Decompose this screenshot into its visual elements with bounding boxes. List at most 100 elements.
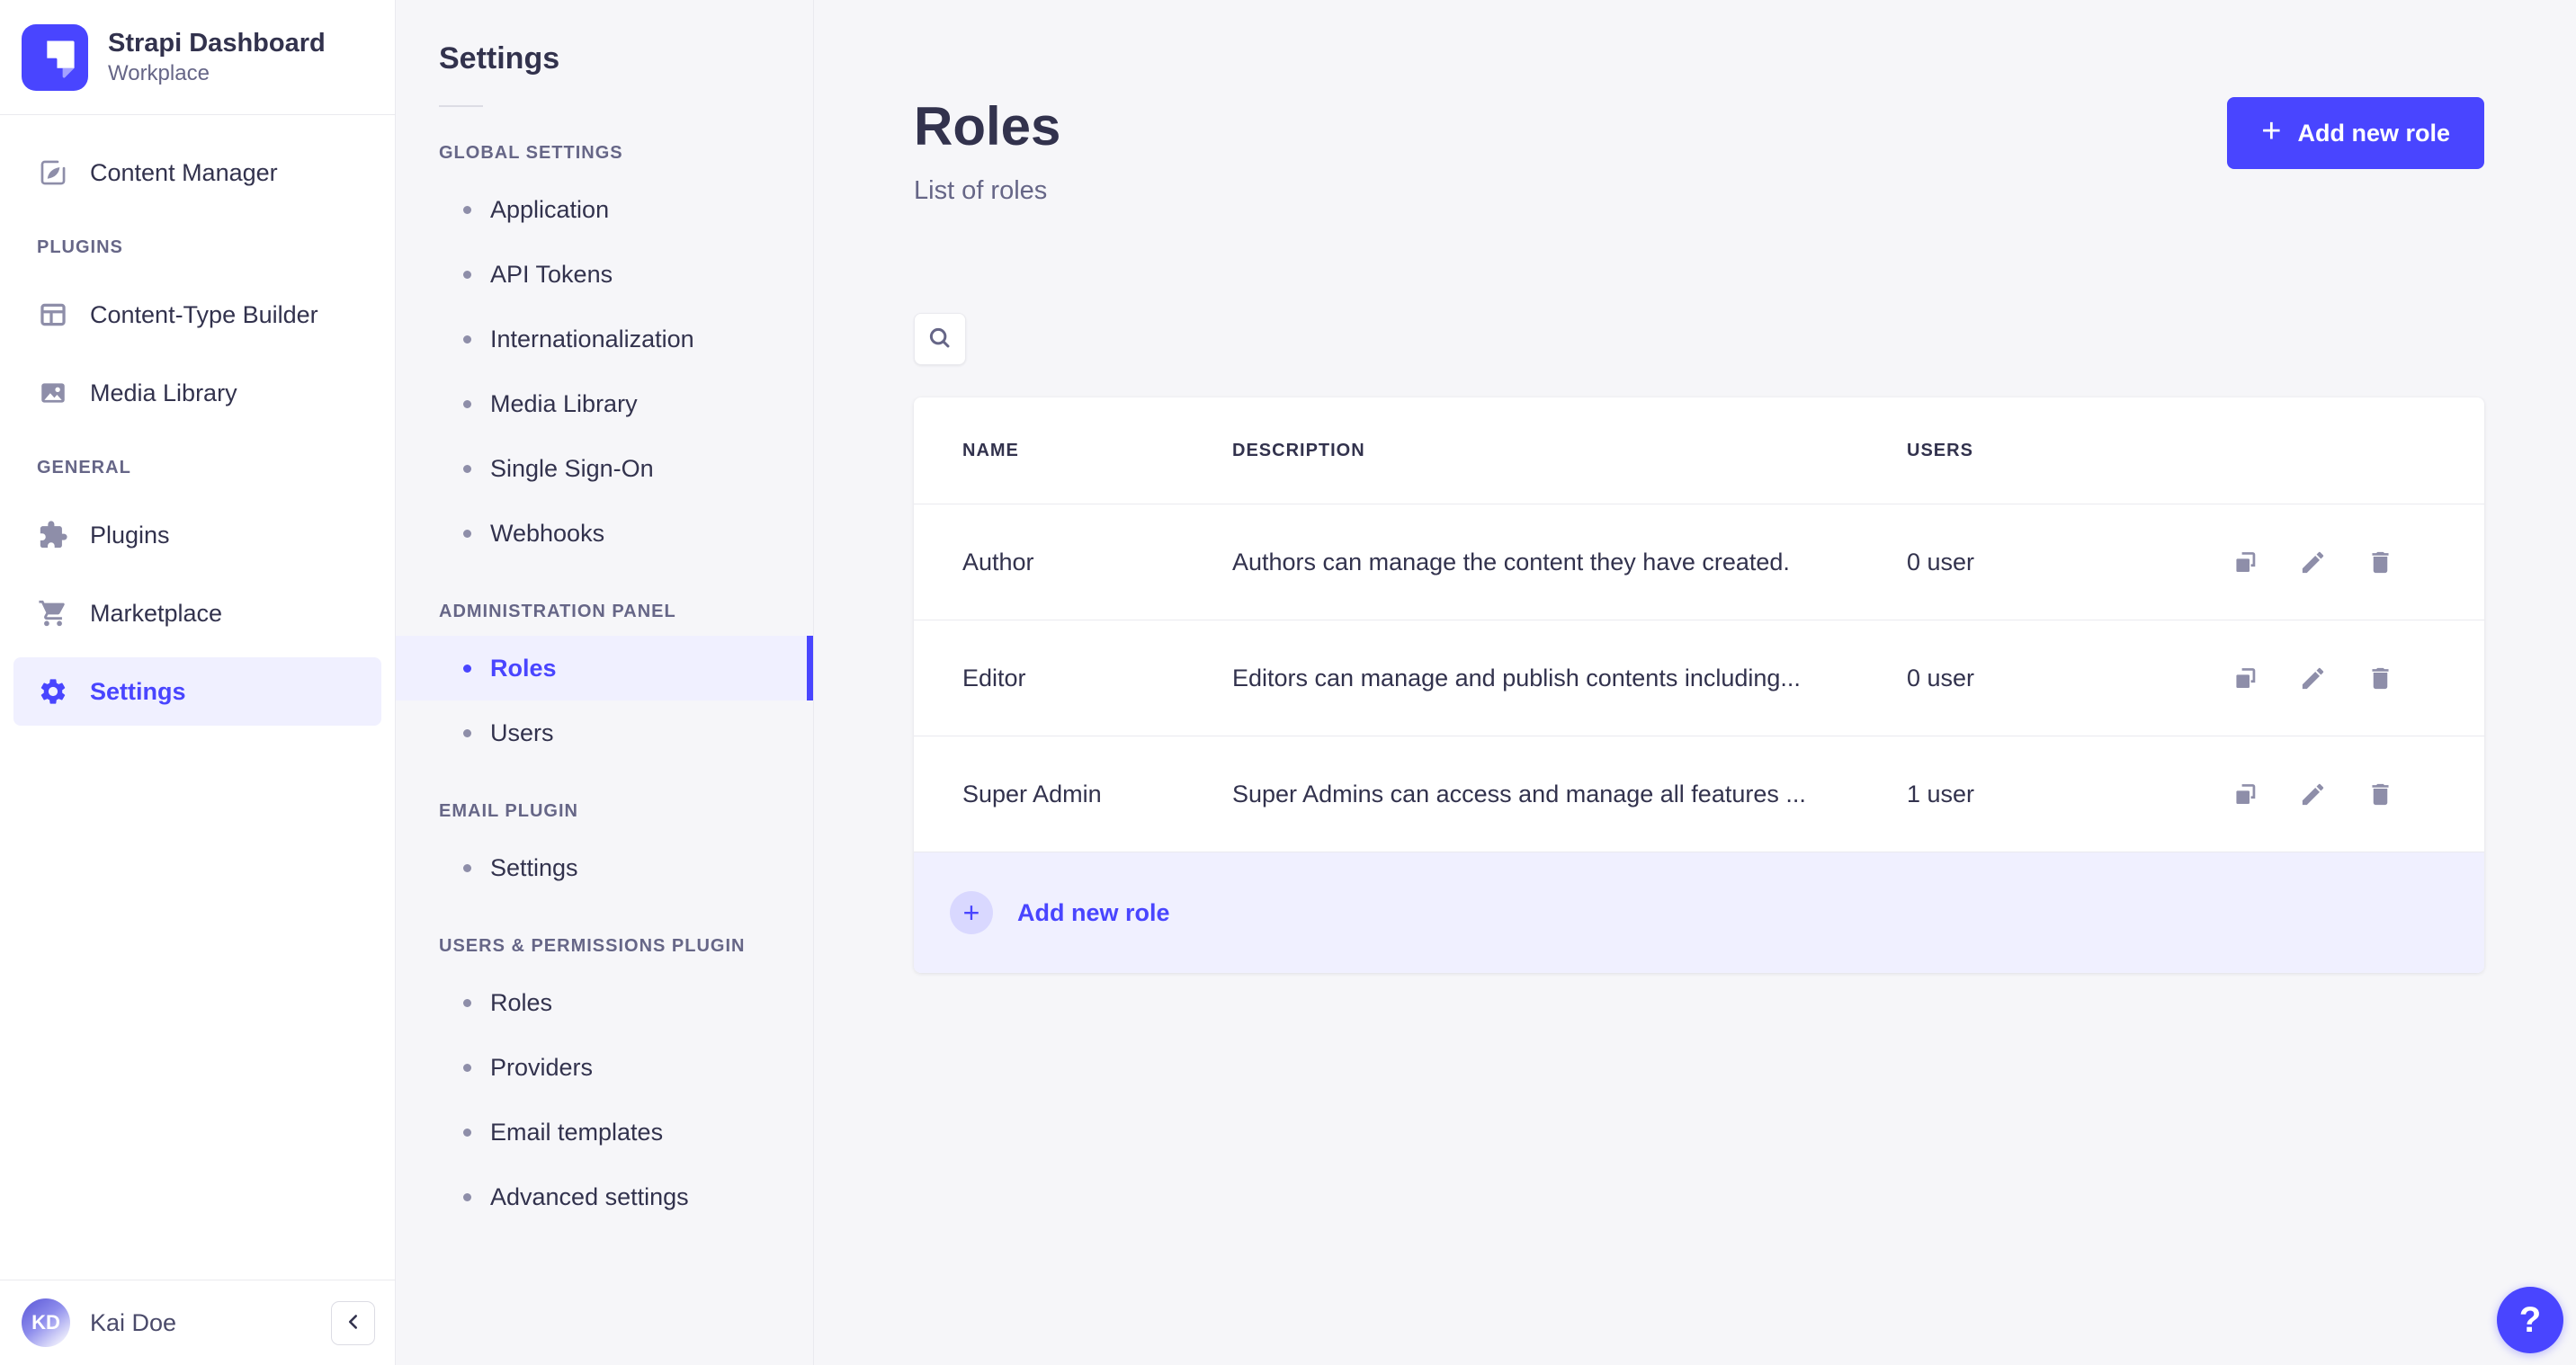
nav-item-label: Plugins [90,521,170,549]
nav-item-media-library[interactable]: Media Library [13,359,381,427]
settings-item-users[interactable]: Users [396,700,813,765]
cell-users: 0 user [1907,548,1975,575]
settings-item-label: Email templates [490,1118,664,1146]
duplicate-role-button[interactable] [2232,549,2259,576]
bullet-icon [463,998,471,1007]
settings-item-roles-admin[interactable]: Roles [396,636,813,700]
puzzle-icon [38,520,68,550]
nav-item-label: Marketplace [90,599,223,627]
add-new-role-button-label: Add new role [2297,119,2450,147]
settings-item-application[interactable]: Application [396,177,813,242]
delete-role-button[interactable] [2366,665,2394,692]
settings-item-label: Media Library [490,389,638,417]
column-header-users: USERS [1907,440,1973,460]
table-row-editor[interactable]: Editor Editors can manage and publish co… [914,620,2484,736]
settings-item-label: Settings [490,853,578,881]
copy-icon [2236,551,2256,572]
cell-users: 0 user [1907,664,1975,691]
brand-text: Strapi Dashboard Workplace [108,27,326,87]
table-row-super-admin[interactable]: Super Admin Super Admins can access and … [914,736,2484,852]
settings-item-api-tokens[interactable]: API Tokens [396,242,813,307]
settings-item-email-templates[interactable]: Email templates [396,1100,813,1164]
row-actions [2231,781,2484,808]
bullet-icon [463,270,471,279]
pencil-icon [2302,783,2324,805]
nav-item-plugins[interactable]: Plugins [13,501,381,569]
plus-icon: + [2261,112,2282,150]
picture-icon [38,378,68,408]
nav-item-settings[interactable]: Settings [13,657,381,726]
divider [439,105,483,107]
search-icon [926,325,953,354]
brand-subtitle: Workplace [108,61,210,86]
duplicate-role-button[interactable] [2232,665,2259,692]
workspace-switcher[interactable]: Strapi Dashboard Workplace [0,0,395,115]
delete-role-button[interactable] [2366,781,2394,808]
settings-item-media-library[interactable]: Media Library [396,371,813,436]
duplicate-role-button[interactable] [2232,781,2259,808]
copy-icon [2236,783,2256,804]
edit-role-button[interactable] [2299,781,2327,808]
nav-section-general-label: GENERAL [37,458,131,477]
cell-name: Super Admin [962,780,1102,807]
help-button[interactable]: ? [2497,1287,2563,1353]
settings-item-label: Application [490,195,610,223]
settings-item-providers[interactable]: Providers [396,1035,813,1100]
settings-item-webhooks[interactable]: Webhooks [396,501,813,566]
content-area: Roles List of roles + Add new role NAME … [814,0,2576,1365]
bullet-icon [463,1063,471,1072]
section-administration-panel-label: ADMINISTRATION PANEL [439,602,676,621]
table-footer-add-role[interactable]: + Add new role [914,852,2484,973]
page-header-text: Roles List of roles [914,97,1060,206]
nav-item-content-type-builder[interactable]: Content-Type Builder [13,281,381,349]
settings-item-email-settings[interactable]: Settings [396,835,813,900]
bullet-icon [463,335,471,343]
chevron-left-icon [342,1310,365,1336]
trash-icon [2372,667,2389,689]
cell-name: Author [962,548,1034,575]
settings-item-label: API Tokens [490,260,613,288]
bullet-icon [463,464,471,473]
nav-section-plugins-label: PLUGINS [37,237,123,257]
main-sidebar: Strapi Dashboard Workplace Content Manag… [0,0,396,1365]
bullet-icon [463,728,471,737]
feather-pen-icon [38,157,68,188]
pencil-icon [2302,551,2324,573]
settings-item-advanced-settings[interactable]: Advanced settings [396,1164,813,1229]
settings-item-label: Advanced settings [490,1182,689,1210]
strapi-logo-icon [22,23,88,91]
nav-item-marketplace[interactable]: Marketplace [13,579,381,647]
settings-sidebar: Settings GLOBAL SETTINGS Application API… [396,0,814,1365]
settings-item-single-sign-on[interactable]: Single Sign-On [396,436,813,501]
settings-item-label: Users [490,718,554,746]
add-new-role-button[interactable]: + Add new role [2227,97,2484,169]
gear-icon [38,676,68,707]
settings-sidebar-title: Settings [439,41,560,76]
nav-item-label: Content-Type Builder [90,300,318,328]
edit-role-button[interactable] [2299,665,2327,692]
settings-item-label: Single Sign-On [490,454,654,482]
search-button[interactable] [914,313,966,365]
table-header-row: NAME DESCRIPTION USERS [914,397,2484,504]
avatar[interactable]: KD [22,1298,70,1347]
section-users-permissions-label: USERS & PERMISSIONS PLUGIN [439,936,746,956]
settings-item-internationalization[interactable]: Internationalization [396,307,813,371]
column-header-name: NAME [962,440,1019,460]
brand-title: Strapi Dashboard [108,28,326,58]
bullet-icon [463,529,471,538]
row-actions [2231,665,2484,692]
cell-users: 1 user [1907,780,1975,807]
footer-add-role-label: Add new role [1017,898,1170,926]
plus-circle-icon: + [950,891,993,934]
delete-role-button[interactable] [2366,549,2394,576]
main-nav-list: Content Manager PLUGINS Content-Type Bui… [0,115,395,1280]
row-actions [2231,549,2484,576]
nav-item-content-manager[interactable]: Content Manager [13,138,381,207]
table-row-author[interactable]: Author Authors can manage the content th… [914,504,2484,620]
bullet-icon [463,1192,471,1201]
settings-item-roles-up[interactable]: Roles [396,970,813,1035]
edit-role-button[interactable] [2299,549,2327,576]
cell-description: Editors can manage and publish contents … [1232,664,1801,691]
collapse-sidebar-button[interactable] [331,1300,375,1345]
trash-icon [2372,551,2389,573]
